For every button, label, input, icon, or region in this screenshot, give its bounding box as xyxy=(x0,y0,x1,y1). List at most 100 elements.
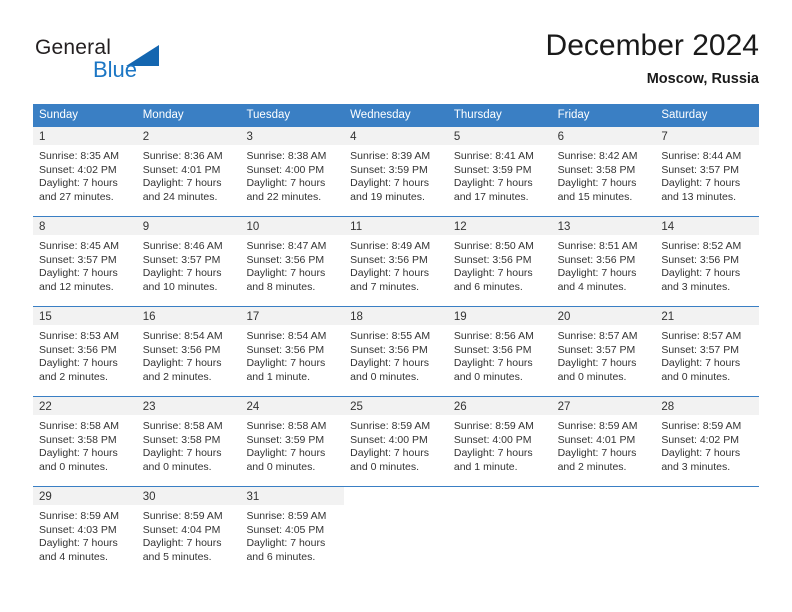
calendar-week-row: 8 Sunrise: 8:45 AM Sunset: 3:57 PM Daylight… xyxy=(33,216,760,306)
day-number: 26 xyxy=(453,401,467,413)
calendar-day-cell[interactable]: 12 Sunrise: 8:50 AM Sunset: 3:56 PM Dayligh… xyxy=(447,217,552,306)
day-number-band xyxy=(551,487,656,505)
sunset-text: Sunset: 3:56 PM xyxy=(350,253,428,266)
calendar-day-cell[interactable]: 10 Sunrise: 8:47 AM Sunset: 3:56 PM Dayligh… xyxy=(240,217,345,306)
day-sun-info: Sunrise: 8:59 AM Sunset: 4:04 PM Daylight:… xyxy=(137,505,241,564)
day-sun-info: Sunrise: 8:59 AM Sunset: 4:00 PM Daylight:… xyxy=(344,415,448,474)
sunrise-text: Sunrise: 8:54 AM xyxy=(142,330,223,342)
day-number: 21 xyxy=(661,311,675,323)
calendar-day-cell[interactable]: 23 Sunrise: 8:58 AM Sunset: 3:58 PM Dayligh… xyxy=(136,397,241,486)
calendar-day-cell[interactable]: 24 Sunrise: 8:58 AM Sunset: 3:59 PM Dayligh… xyxy=(240,397,345,486)
calendar-day-cell[interactable]: 16 Sunrise: 8:54 AM Sunset: 3:56 PM Dayligh… xyxy=(136,307,241,396)
sunset-text: Sunset: 3:56 PM xyxy=(350,343,428,356)
sunrise-text: Sunrise: 8:58 AM xyxy=(142,420,223,432)
sunset-text: Sunset: 4:02 PM xyxy=(661,433,739,446)
sunset-text: Sunset: 4:04 PM xyxy=(142,523,221,536)
calendar-day-cell[interactable]: 6 Sunrise: 8:42 AM Sunset: 3:58 PM Daylight… xyxy=(551,127,656,216)
day-sun-info: Sunrise: 8:57 AM Sunset: 3:57 PM Daylight:… xyxy=(552,325,656,384)
day-sun-info: Sunrise: 8:44 AM Sunset: 3:57 PM Daylight:… xyxy=(655,145,759,204)
calendar-day-cell[interactable]: 28 Sunrise: 8:59 AM Sunset: 4:02 PM Dayligh… xyxy=(655,397,760,486)
daylight-text: Daylight: 7 hours and 10 minutes. xyxy=(142,267,222,293)
sunrise-text: Sunrise: 8:47 AM xyxy=(246,240,327,252)
daylight-text: Daylight: 7 hours and 2 minutes. xyxy=(142,357,222,383)
calendar-day-cell[interactable]: 4 Sunrise: 8:39 AM Sunset: 3:59 PM Daylight… xyxy=(344,127,448,216)
sunset-text: Sunset: 4:01 PM xyxy=(142,163,221,176)
day-number-band: 19 xyxy=(447,307,552,325)
sunset-text: Sunset: 3:56 PM xyxy=(246,253,325,266)
sunset-text: Sunset: 4:02 PM xyxy=(39,163,117,176)
sunrise-text: Sunrise: 8:46 AM xyxy=(142,240,223,252)
day-sun-info: Sunrise: 8:57 AM Sunset: 3:57 PM Daylight:… xyxy=(655,325,759,384)
calendar-day-cell[interactable]: 9 Sunrise: 8:46 AM Sunset: 3:57 PM Daylight… xyxy=(136,217,241,306)
day-number-band: 9 xyxy=(136,217,241,235)
calendar-day-cell[interactable]: 25 Sunrise: 8:59 AM Sunset: 4:00 PM Dayligh… xyxy=(344,397,448,486)
calendar-day-cell[interactable]: 27 Sunrise: 8:59 AM Sunset: 4:01 PM Dayligh… xyxy=(551,397,656,486)
page-subtitle-location: Moscow, Russia xyxy=(646,71,759,87)
sunset-text: Sunset: 3:56 PM xyxy=(453,343,532,356)
calendar-day-cell-empty xyxy=(551,487,656,576)
calendar-day-cell[interactable]: 2 Sunrise: 8:36 AM Sunset: 4:01 PM Daylight… xyxy=(136,127,241,216)
sunrise-text: Sunrise: 8:42 AM xyxy=(557,150,638,162)
calendar-day-cell[interactable]: 17 Sunrise: 8:54 AM Sunset: 3:56 PM Dayligh… xyxy=(240,307,345,396)
calendar-day-cell[interactable]: 1 Sunrise: 8:35 AM Sunset: 4:02 PM Daylight… xyxy=(33,127,137,216)
calendar-day-cell[interactable]: 19 Sunrise: 8:56 AM Sunset: 3:56 PM Dayligh… xyxy=(447,307,552,396)
sunrise-text: Sunrise: 8:51 AM xyxy=(557,240,638,252)
calendar-day-cell[interactable]: 11 Sunrise: 8:49 AM Sunset: 3:56 PM Dayligh… xyxy=(344,217,448,306)
day-number: 3 xyxy=(246,131,253,143)
sunrise-text: Sunrise: 8:39 AM xyxy=(350,150,431,162)
day-number-band: 29 xyxy=(33,487,137,505)
calendar-day-cell[interactable]: 26 Sunrise: 8:59 AM Sunset: 4:00 PM Dayligh… xyxy=(447,397,552,486)
day-number: 1 xyxy=(39,131,46,143)
sunrise-text: Sunrise: 8:52 AM xyxy=(661,240,742,252)
calendar-day-cell[interactable]: 13 Sunrise: 8:51 AM Sunset: 3:56 PM Dayligh… xyxy=(551,217,656,306)
calendar-day-cell[interactable]: 5 Sunrise: 8:41 AM Sunset: 3:59 PM Daylight… xyxy=(447,127,552,216)
daylight-text: Daylight: 7 hours and 4 minutes. xyxy=(557,267,637,293)
calendar-day-cell[interactable]: 20 Sunrise: 8:57 AM Sunset: 3:57 PM Dayligh… xyxy=(551,307,656,396)
day-sun-info: Sunrise: 8:55 AM Sunset: 3:56 PM Daylight:… xyxy=(344,325,448,384)
sunrise-text: Sunrise: 8:35 AM xyxy=(39,150,119,162)
calendar-day-cell[interactable]: 3 Sunrise: 8:38 AM Sunset: 4:00 PM Daylight… xyxy=(240,127,345,216)
calendar-day-cell[interactable]: 21 Sunrise: 8:57 AM Sunset: 3:57 PM Dayligh… xyxy=(655,307,760,396)
weekday-header-friday: Friday xyxy=(557,109,590,121)
general-blue-logo[interactable]: General Blue xyxy=(33,36,223,96)
sunset-text: Sunset: 4:00 PM xyxy=(350,433,428,446)
day-number: 16 xyxy=(142,311,156,323)
calendar-day-cell[interactable]: 22 Sunrise: 8:58 AM Sunset: 3:58 PM Dayligh… xyxy=(33,397,137,486)
calendar-day-cell[interactable]: 31 Sunrise: 8:59 AM Sunset: 4:05 PM Dayligh… xyxy=(240,487,345,576)
daylight-text: Daylight: 7 hours and 22 minutes. xyxy=(246,177,326,203)
daylight-text: Daylight: 7 hours and 2 minutes. xyxy=(557,447,637,473)
sunset-text: Sunset: 3:56 PM xyxy=(39,343,117,356)
page-header: General Blue December 2024 Moscow, Russi… xyxy=(33,28,759,98)
day-number: 31 xyxy=(246,491,260,503)
calendar-day-cell[interactable]: 7 Sunrise: 8:44 AM Sunset: 3:57 PM Daylight… xyxy=(655,127,760,216)
calendar-day-cell[interactable]: 15 Sunrise: 8:53 AM Sunset: 3:56 PM Dayligh… xyxy=(33,307,137,396)
day-sun-info: Sunrise: 8:59 AM Sunset: 4:03 PM Daylight:… xyxy=(33,505,137,564)
daylight-text: Daylight: 7 hours and 1 minute. xyxy=(246,357,326,383)
daylight-text: Daylight: 7 hours and 17 minutes. xyxy=(453,177,533,203)
day-sun-info: Sunrise: 8:52 AM Sunset: 3:56 PM Daylight:… xyxy=(655,235,759,294)
weekday-header-sunday: Sunday xyxy=(39,109,79,121)
day-sun-info: Sunrise: 8:54 AM Sunset: 3:56 PM Daylight:… xyxy=(137,325,241,384)
calendar-week-row: 29 Sunrise: 8:59 AM Sunset: 4:03 PM Dayligh… xyxy=(33,486,760,576)
day-number-band: 3 xyxy=(240,127,345,145)
day-number: 19 xyxy=(453,311,467,323)
day-sun-info: Sunrise: 8:50 AM Sunset: 3:56 PM Daylight:… xyxy=(448,235,552,294)
day-number: 18 xyxy=(350,311,363,323)
day-number-band xyxy=(447,487,552,505)
sunrise-text: Sunrise: 8:45 AM xyxy=(39,240,119,252)
day-number-band: 27 xyxy=(551,397,656,415)
calendar-day-cell[interactable]: 30 Sunrise: 8:59 AM Sunset: 4:04 PM Dayligh… xyxy=(136,487,241,576)
daylight-text: Daylight: 7 hours and 5 minutes. xyxy=(142,537,222,563)
day-number: 11 xyxy=(350,221,363,233)
day-sun-info: Sunrise: 8:38 AM Sunset: 4:00 PM Daylight:… xyxy=(240,145,344,204)
calendar-day-cell[interactable]: 14 Sunrise: 8:52 AM Sunset: 3:56 PM Dayligh… xyxy=(655,217,760,306)
calendar-day-cell[interactable]: 18 Sunrise: 8:55 AM Sunset: 3:56 PM Dayligh… xyxy=(344,307,448,396)
day-number-band xyxy=(655,487,760,505)
calendar-day-cell[interactable]: 29 Sunrise: 8:59 AM Sunset: 4:03 PM Dayligh… xyxy=(33,487,137,576)
day-sun-info: Sunrise: 8:46 AM Sunset: 3:57 PM Daylight:… xyxy=(137,235,241,294)
calendar-day-cell[interactable]: 8 Sunrise: 8:45 AM Sunset: 3:57 PM Daylight… xyxy=(33,217,137,306)
day-number-band: 6 xyxy=(551,127,656,145)
sunrise-text: Sunrise: 8:38 AM xyxy=(246,150,327,162)
day-number: 15 xyxy=(39,311,52,323)
day-number-band: 25 xyxy=(344,397,448,415)
